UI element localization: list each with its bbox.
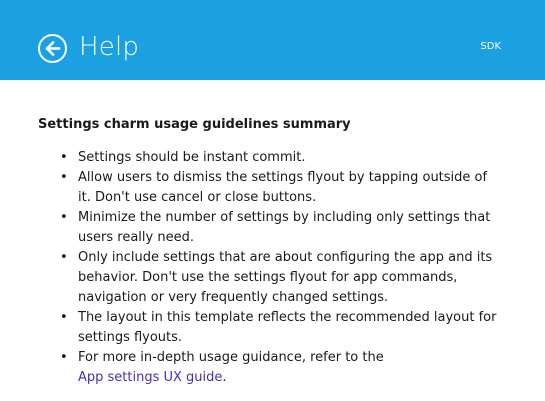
list-item: Minimize the number of settings by inclu…	[60, 208, 500, 248]
back-arrow-icon	[45, 40, 61, 57]
guidelines-list: Settings should be instant commit. Allow…	[38, 148, 500, 388]
list-item-text: For more in-depth usage guidance, refer …	[78, 350, 384, 365]
header-bar: Help SDK	[0, 0, 545, 80]
list-item: The layout in this template reflects the…	[60, 308, 500, 348]
section-heading: Settings charm usage guidelines summary	[38, 117, 351, 132]
list-item: Allow users to dismiss the settings flyo…	[60, 168, 500, 208]
link-suffix: .	[222, 370, 227, 385]
page-title: Help	[79, 32, 140, 62]
list-item: Settings should be instant commit.	[60, 148, 500, 168]
app-settings-ux-guide-link[interactable]: App settings UX guide	[78, 370, 222, 385]
sdk-badge: SDK	[480, 41, 501, 52]
guidelines-content: Settings charm usage guidelines summary …	[38, 116, 518, 388]
back-button[interactable]	[38, 34, 67, 63]
list-item: Only include settings that are about con…	[60, 248, 500, 308]
list-item: For more in-depth usage guidance, refer …	[60, 348, 500, 388]
